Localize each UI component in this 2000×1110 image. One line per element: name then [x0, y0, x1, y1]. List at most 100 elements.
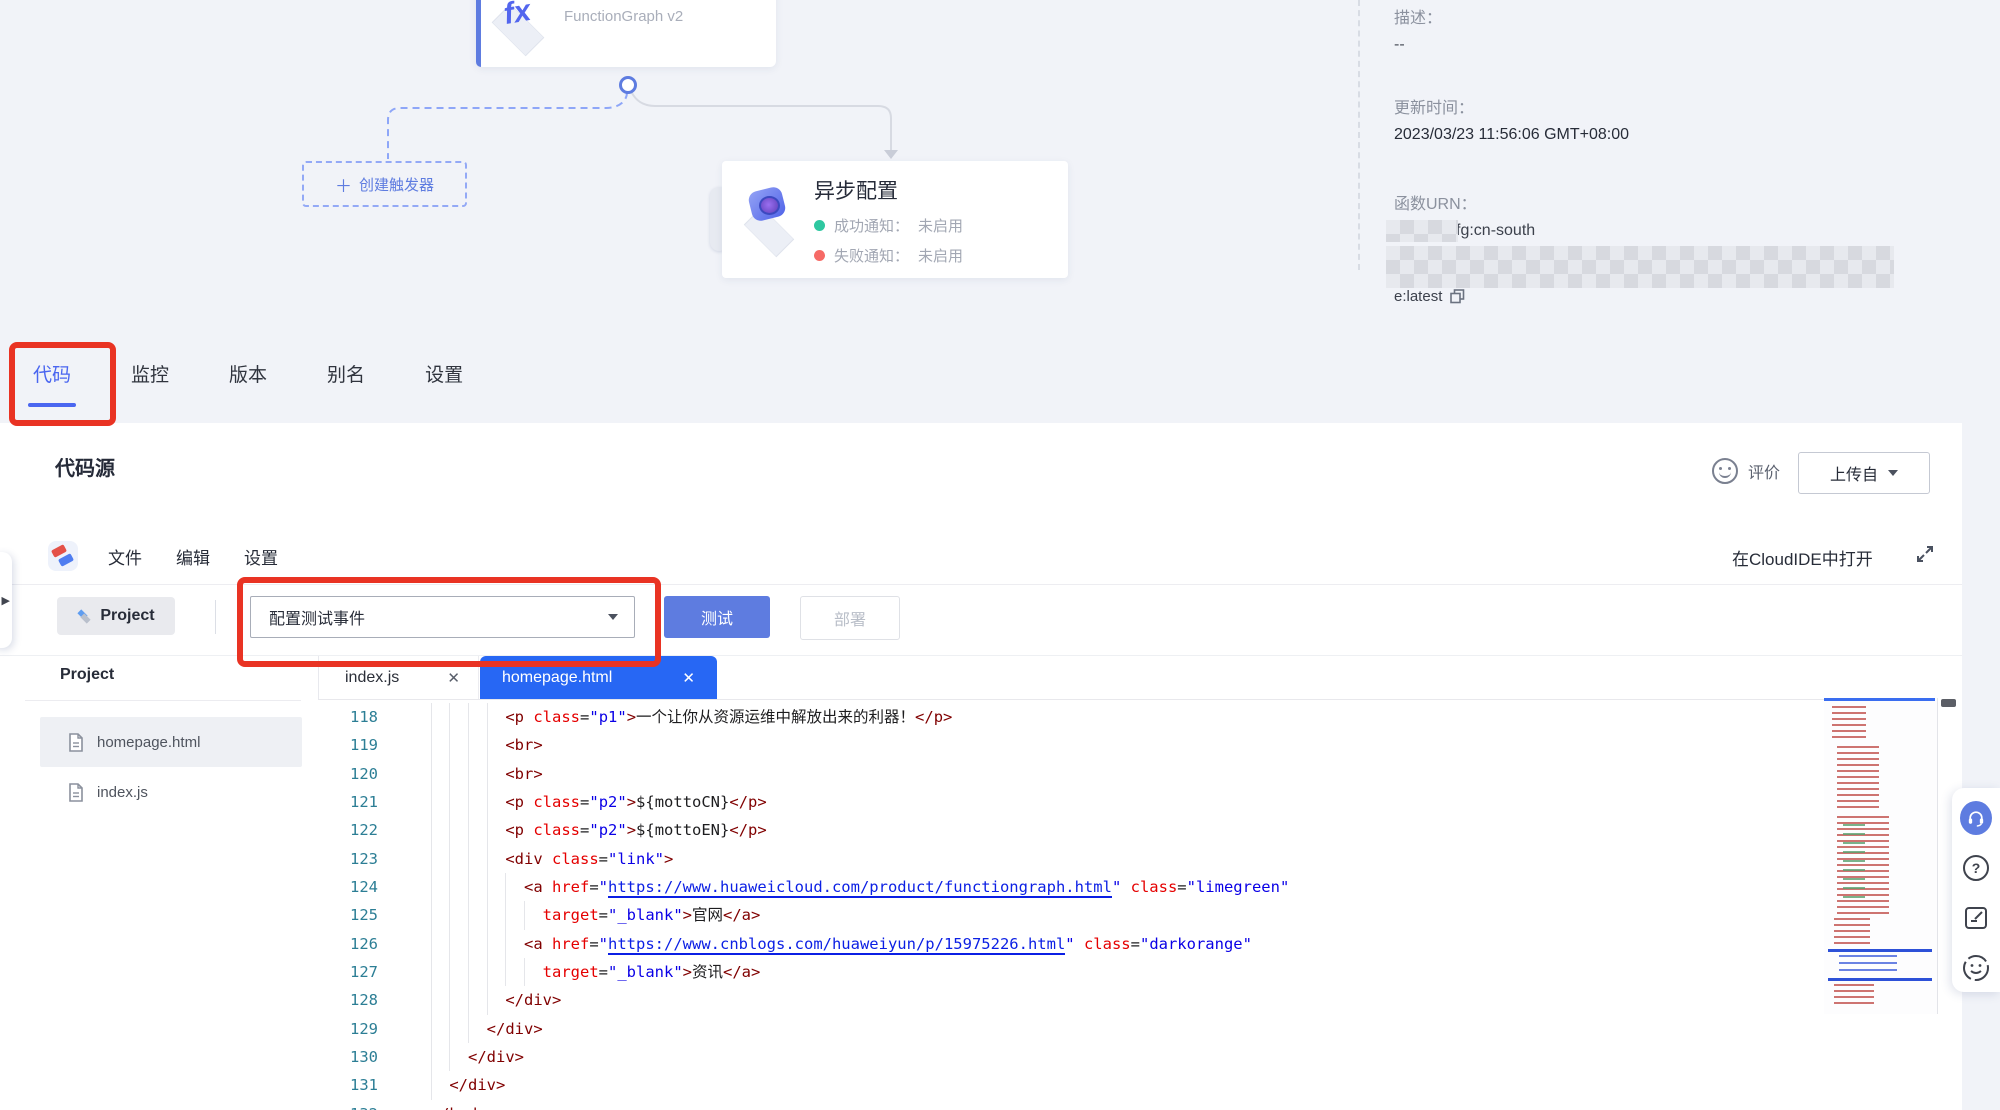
close-icon[interactable]: ✕	[447, 669, 460, 687]
line-number: 131	[318, 1071, 378, 1099]
code-line: 126 <a href="https://www.cnblogs.com/hua…	[318, 930, 1822, 958]
function-name: homepage	[564, 0, 664, 1]
editor-tab-name: homepage.html	[502, 669, 612, 687]
code-source-title: 代码源	[55, 452, 115, 481]
open-in-cloudide-link[interactable]: 在CloudIDE中打开	[1732, 545, 1873, 570]
smiley-icon	[1712, 458, 1738, 484]
urn-blur-mosaic	[1386, 220, 1458, 242]
file-item-homepage[interactable]: homepage.html	[40, 717, 302, 767]
arrowhead-icon	[884, 150, 898, 159]
line-number: 120	[318, 760, 378, 788]
async-success-row: 成功通知：未启用	[814, 215, 963, 236]
upload-from-button[interactable]: 上传自	[1798, 452, 1930, 494]
help-button[interactable]: ?	[1960, 852, 1992, 884]
help-sidebar: ?	[1952, 788, 2000, 992]
code-line: 123 <div class="link">	[318, 845, 1822, 873]
tab-settings[interactable]: 设置	[425, 360, 463, 387]
code-line: 118 <p class="p1">一个让你从资源运维中解放出来的利器！</p>	[318, 703, 1822, 731]
code-line: 122 <p class="p2">${mottoEN}</p>	[318, 816, 1822, 844]
code-editor[interactable]: 118 <p class="p1">一个让你从资源运维中解放出来的利器！</p>…	[318, 700, 1822, 1110]
code-line: 130 </div>	[318, 1043, 1822, 1071]
description-label: 描述：	[1394, 4, 1442, 28]
editor-menubar: 文件 编辑 设置 在CloudIDE中打开	[0, 530, 1962, 585]
divider	[215, 600, 216, 634]
tab-code[interactable]: 代码	[33, 360, 71, 387]
project-cube-icon	[77, 609, 91, 623]
copy-icon[interactable]	[1450, 289, 1465, 304]
async-config-icon	[738, 185, 802, 249]
expand-icon[interactable]	[1915, 544, 1935, 564]
deploy-button-disabled[interactable]: 部署	[800, 596, 900, 640]
code-line: 131 </div>	[318, 1071, 1822, 1099]
headset-icon	[1960, 801, 1992, 835]
menu-edit[interactable]: 编辑	[176, 544, 210, 569]
urn-fragment: fg:cn-south	[1456, 222, 1535, 240]
tab-version[interactable]: 版本	[229, 360, 267, 387]
feedback-button[interactable]	[1960, 902, 1992, 934]
expand-left-panel-button[interactable]: ▶	[0, 552, 12, 648]
line-number: 122	[318, 816, 378, 844]
async-fail-row: 失败通知： 未启用	[814, 245, 963, 266]
satisfaction-button[interactable]	[1960, 952, 1992, 984]
editor-tab-homepage-active[interactable]: homepage.html ✕	[480, 656, 717, 700]
plus-icon: ＋	[335, 172, 352, 197]
line-number: 128	[318, 986, 378, 1014]
tab-monitor[interactable]: 监控	[131, 360, 169, 387]
code-line: 132 </body>	[318, 1100, 1822, 1110]
ide-logo-icon	[48, 541, 78, 571]
active-tab-underline	[28, 403, 76, 407]
create-trigger-button[interactable]: ＋ 创建触发器	[302, 161, 467, 207]
function-nav-tabs: 代码 监控 版本 别名 设置	[33, 360, 463, 387]
test-button[interactable]: 测试	[664, 596, 770, 638]
line-number: 126	[318, 930, 378, 958]
code-line: 124 <a href="https://www.huaweicloud.com…	[318, 873, 1822, 901]
function-service-label: FunctionGraph v2	[564, 8, 683, 25]
rate-label: 评价	[1748, 459, 1780, 483]
fail-notify-value: 未启用	[918, 245, 963, 266]
question-icon: ?	[1962, 854, 1990, 882]
function-info-panel: 描述： -- 更新时间： 2023/03/23 11:56:06 GMT+08:…	[1358, 0, 1964, 270]
fail-dot-icon	[814, 250, 825, 261]
line-number: 118	[318, 703, 378, 731]
test-event-select[interactable]: 配置测试事件	[250, 596, 635, 638]
close-icon[interactable]: ✕	[682, 669, 695, 687]
file-icon	[68, 733, 84, 752]
async-config-title: 异步配置	[814, 175, 898, 205]
project-button-label: Project	[100, 607, 154, 625]
fail-notify-label: 失败通知：	[834, 245, 909, 266]
project-button[interactable]: Project	[57, 597, 175, 635]
description-value: --	[1394, 36, 1405, 54]
upload-from-label: 上传自	[1830, 461, 1878, 485]
urn-label: 函数URN：	[1394, 190, 1477, 214]
urn-blur-mosaic	[1386, 246, 1894, 288]
tab-alias[interactable]: 别名	[327, 360, 365, 387]
rate-widget[interactable]: 评价	[1712, 458, 1780, 484]
line-number: 130	[318, 1043, 378, 1071]
code-line: 121 <p class="p2">${mottoCN}</p>	[318, 788, 1822, 816]
feedback-note-icon	[1963, 905, 1989, 931]
function-card[interactable]: fx homepage FunctionGraph v2	[476, 0, 776, 67]
editor-tab-indexjs[interactable]: index.js ✕	[319, 656, 479, 700]
updated-time-label: 更新时间：	[1394, 94, 1474, 118]
line-number: 119	[318, 731, 378, 759]
success-notify-value: 未启用	[918, 215, 963, 236]
line-number: 127	[318, 958, 378, 986]
urn-tail-row: e:latest	[1394, 288, 1465, 305]
file-icon	[68, 783, 84, 802]
divider	[0, 655, 1962, 656]
async-connector-line	[631, 91, 891, 150]
async-config-card[interactable]: 异步配置 成功通知：未启用 失败通知： 未启用	[722, 161, 1068, 278]
code-line: 119 <br>	[318, 731, 1822, 759]
file-name: index.js	[97, 784, 148, 801]
connector-node[interactable]	[619, 76, 637, 94]
editor-scrollbar-thumb[interactable]	[1941, 699, 1956, 707]
divider	[1937, 698, 1938, 1014]
svg-text:?: ?	[1972, 860, 1981, 876]
file-item-indexjs[interactable]: index.js	[40, 767, 302, 817]
minimap[interactable]	[1824, 698, 1937, 1014]
line-number: 132	[318, 1100, 378, 1110]
menu-file[interactable]: 文件	[108, 544, 142, 569]
menu-settings[interactable]: 设置	[244, 544, 278, 569]
support-headset-button[interactable]	[1960, 802, 1992, 834]
success-dot-icon	[814, 220, 825, 231]
